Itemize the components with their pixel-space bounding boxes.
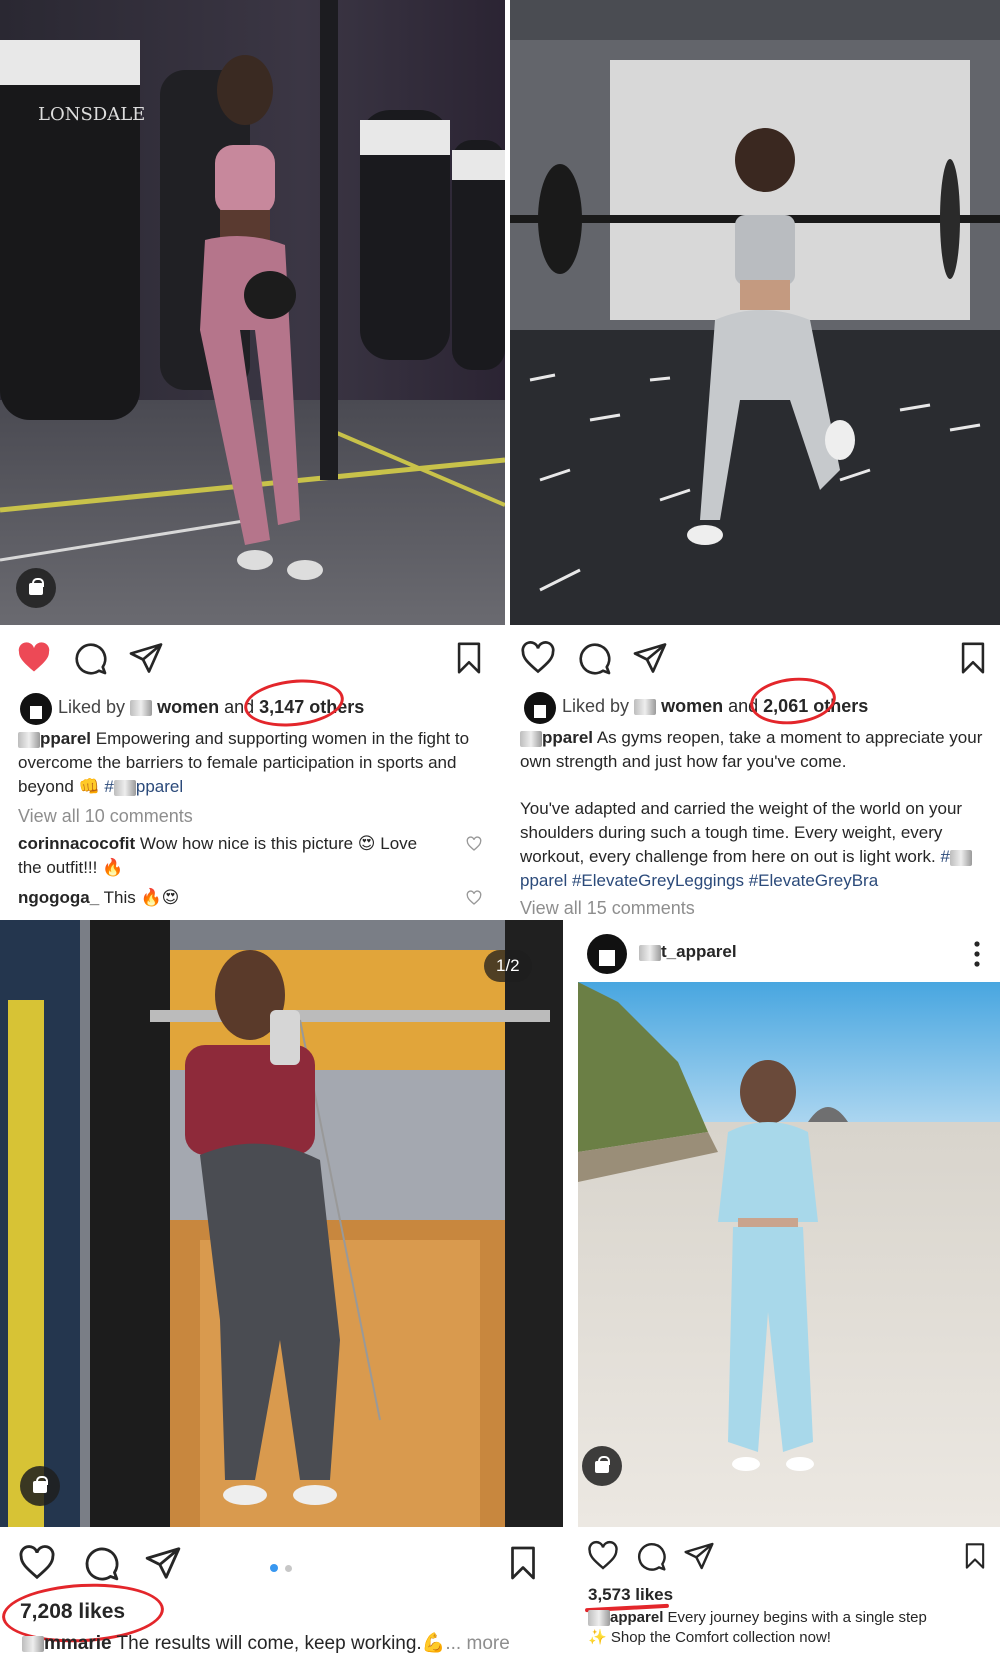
comment: corinnacocofit Wow how nice is this pict…: [18, 834, 418, 877]
heart-icon[interactable]: [587, 1540, 619, 1572]
post-photo-gym-selfie[interactable]: 1/2: [0, 920, 563, 1527]
post-beach: t_apparel 3,573 likes apparel Every jour…: [565, 920, 1000, 1664]
post-caption: apparel Every journey begins with a sing…: [588, 1609, 927, 1646]
post-caption-continued: You've adapted and carried the weight of…: [520, 797, 990, 893]
carousel-dots: [270, 1559, 293, 1577]
post-photo-gym-squat[interactable]: [510, 0, 1000, 625]
annotation-circle: [747, 673, 839, 729]
comment-like-icon[interactable]: [466, 890, 482, 906]
bookmark-icon[interactable]: [452, 640, 486, 676]
comment-icon[interactable]: [72, 640, 108, 676]
share-icon[interactable]: [144, 1544, 182, 1582]
post-boxing: LONSDALE Liked by women and 3,147 others…: [0, 0, 505, 920]
shopping-bag-icon[interactable]: [16, 568, 56, 608]
view-all-comments-link[interactable]: View all 10 comments: [18, 806, 193, 827]
more-link[interactable]: ... more: [445, 1633, 509, 1654]
bookmark-icon[interactable]: [961, 1540, 989, 1572]
heart-icon[interactable]: [16, 640, 52, 676]
liked-by-avatar: [20, 693, 52, 725]
post-caption: pparel Empowering and supporting women i…: [18, 729, 470, 796]
heart-icon[interactable]: [520, 640, 556, 676]
comment-icon[interactable]: [635, 1540, 667, 1572]
view-all-comments-link[interactable]: View all 15 comments: [520, 898, 695, 919]
carousel-page-indicator: 1/2: [484, 950, 532, 982]
post-squat: Liked by women and 2,061 others pparel A…: [510, 0, 1000, 920]
liked-by-avatar: [524, 692, 556, 724]
avatar[interactable]: [587, 934, 627, 974]
comment: ngogoga_ This 🔥😍: [18, 888, 180, 907]
like-count[interactable]: 3,573 likes: [588, 1585, 673, 1605]
carousel-dot-active: [270, 1564, 278, 1572]
user-tag-icon[interactable]: [20, 1466, 60, 1506]
comment-like-icon[interactable]: [466, 836, 482, 852]
post-caption: mmarie The results will come, keep worki…: [22, 1631, 510, 1655]
shopping-bag-icon[interactable]: [582, 1446, 622, 1486]
svg-text:LONSDALE: LONSDALE: [38, 104, 145, 125]
more-icon[interactable]: [973, 940, 981, 968]
comment-icon[interactable]: [82, 1544, 120, 1582]
comment-icon[interactable]: [576, 640, 612, 676]
share-icon[interactable]: [632, 640, 668, 676]
heart-icon[interactable]: [18, 1544, 56, 1582]
annotation-circle: [241, 674, 347, 732]
share-icon[interactable]: [128, 640, 164, 676]
post-photo-beach[interactable]: [578, 982, 1000, 1527]
carousel-dot: [285, 1565, 293, 1572]
share-icon[interactable]: [683, 1540, 715, 1572]
post-photo-boxing-gym[interactable]: LONSDALE: [0, 0, 505, 625]
bookmark-icon[interactable]: [956, 640, 990, 676]
post-mirror-selfie: 1/2 7,208 likes mmarie The results will …: [0, 920, 565, 1664]
post-username[interactable]: t_apparel: [639, 942, 737, 962]
bookmark-icon[interactable]: [505, 1544, 541, 1582]
post-caption: pparel As gyms reopen, take a moment to …: [520, 728, 983, 771]
